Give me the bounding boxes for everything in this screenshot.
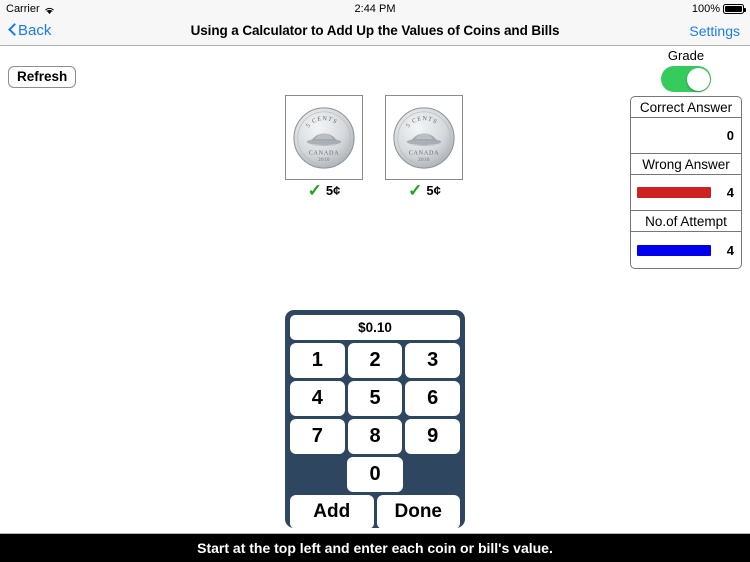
coin-slot[interactable]: 5 CENTS CANADA 2010 ✓ 5¢ xyxy=(385,95,464,199)
calculator-keypad: $0.10 1 2 3 4 5 6 7 8 9 0 Add Done xyxy=(285,310,465,529)
canadian-5-cent-coin-icon: 5 CENTS CANADA 2010 xyxy=(293,106,355,169)
attempts-value: 4 xyxy=(726,242,734,258)
check-mark-icon: ✓ xyxy=(307,181,322,200)
attempts-header: No.of Attempt xyxy=(631,211,741,232)
svg-text:2010: 2010 xyxy=(318,157,330,163)
key-5[interactable]: 5 xyxy=(347,381,403,416)
grade-toggle[interactable] xyxy=(661,66,711,92)
page-title: Using a Calculator to Add Up the Values … xyxy=(190,23,560,38)
calculator-display[interactable]: $0.10 xyxy=(290,315,460,340)
key-2[interactable]: 2 xyxy=(347,343,403,378)
key-3[interactable]: 3 xyxy=(405,343,461,378)
keypad-row-2: 4 5 6 xyxy=(290,381,461,416)
add-button[interactable]: Add xyxy=(290,495,374,529)
grade-label: Grade xyxy=(667,48,705,63)
attempts-row: 4 xyxy=(631,232,741,268)
keypad-row-1: 1 2 3 xyxy=(290,343,461,378)
svg-text:CANADA: CANADA xyxy=(409,150,440,156)
score-panel: Correct Answer 0 Wrong Answer 4 No.of At… xyxy=(630,96,742,269)
grade-section: Grade xyxy=(630,48,742,92)
keypad-row-4: 0 xyxy=(290,457,460,492)
coin-value-label: 5¢ xyxy=(325,183,341,198)
key-6[interactable]: 6 xyxy=(405,381,461,416)
correct-answer-value: 0 xyxy=(726,128,734,143)
canadian-5-cent-coin-icon: 5 CENTS CANADA 2010 xyxy=(393,106,456,169)
wrong-answer-bar xyxy=(637,187,712,198)
correct-answer-row: 0 xyxy=(631,118,741,154)
coin-answer-label: ✓ 5¢ xyxy=(385,182,463,199)
key-8[interactable]: 8 xyxy=(347,419,403,454)
coin-image-box[interactable]: 5 CENTS CANADA 2010 xyxy=(385,95,464,180)
svg-text:2010: 2010 xyxy=(419,157,431,163)
wrong-answer-value: 4 xyxy=(726,185,734,200)
refresh-button[interactable]: Refresh xyxy=(8,66,77,88)
coin-answer-label: ✓ 5¢ xyxy=(285,182,363,199)
coin-image-box[interactable]: 5 CENTS CANADA 2010 xyxy=(285,95,363,180)
ios-status-bar: Carrier 2:44 PM 100% xyxy=(0,0,750,18)
navigation-bar: Back Using a Calculator to Add Up the Va… xyxy=(0,18,750,46)
grade-toggle-knob xyxy=(686,67,710,91)
battery-full-icon xyxy=(723,4,746,14)
wrong-answer-row: 4 xyxy=(631,175,741,211)
attempts-bar xyxy=(637,244,712,256)
key-1[interactable]: 1 xyxy=(290,343,345,378)
svg-text:CANADA: CANADA xyxy=(309,150,340,156)
key-7[interactable]: 7 xyxy=(290,419,345,454)
status-bar-time: 2:44 PM xyxy=(354,3,396,15)
settings-button[interactable]: Settings xyxy=(689,23,740,39)
coin-row: 5 CENTS CANADA 2010 ✓ 5¢ 5 CENTS CANADA … xyxy=(285,95,481,199)
done-button[interactable]: Done xyxy=(376,495,460,529)
coin-value-label: 5¢ xyxy=(426,183,441,198)
keypad-row-3: 7 8 9 xyxy=(290,419,461,454)
battery-percent-label: 100% xyxy=(691,3,720,15)
wrong-answer-header: Wrong Answer xyxy=(631,154,741,175)
key-4[interactable]: 4 xyxy=(290,381,345,416)
coin-slot[interactable]: 5 CENTS CANADA 2010 ✓ 5¢ xyxy=(285,95,363,199)
instruction-banner: Start at the top left and enter each coi… xyxy=(0,534,750,562)
status-bar-right: 100% xyxy=(691,3,746,15)
keypad-action-row: Add Done xyxy=(290,495,460,529)
correct-answer-header: Correct Answer xyxy=(631,97,741,118)
key-9[interactable]: 9 xyxy=(405,419,461,454)
check-mark-icon: ✓ xyxy=(408,181,423,200)
key-0[interactable]: 0 xyxy=(346,457,404,492)
